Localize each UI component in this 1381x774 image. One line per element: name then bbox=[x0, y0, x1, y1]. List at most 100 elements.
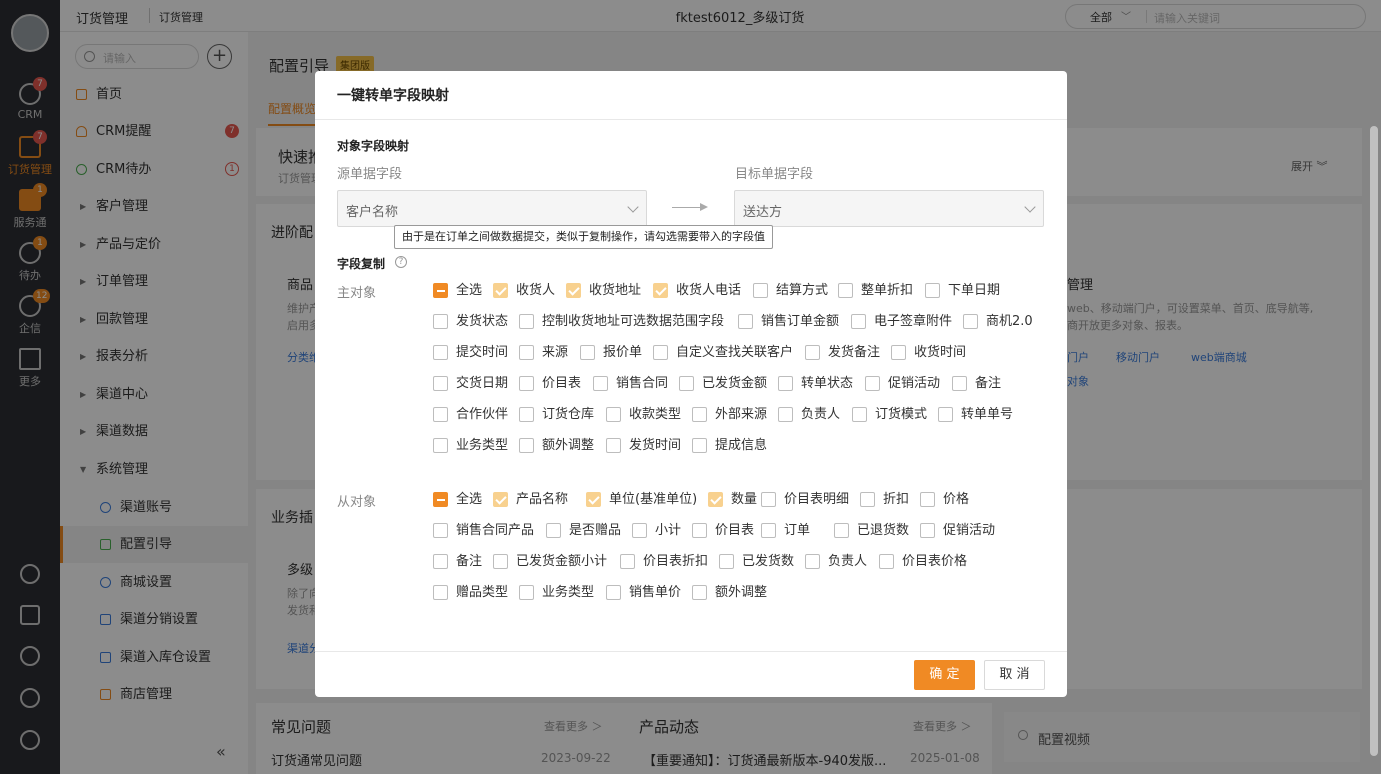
checkbox-box[interactable] bbox=[433, 554, 448, 569]
checkbox-box[interactable] bbox=[692, 407, 707, 422]
checkbox-label: 收货地址 bbox=[589, 283, 642, 298]
checkbox-box[interactable] bbox=[433, 492, 448, 507]
target-field-select[interactable]: 送达方 bbox=[734, 190, 1044, 227]
checkbox-label: 发货备注 bbox=[828, 345, 881, 360]
checkbox-label: 价格 bbox=[943, 492, 970, 507]
checkbox-label: 提成信息 bbox=[715, 438, 768, 453]
checkbox-label: 收货人 bbox=[516, 283, 556, 298]
checkbox-label: 价目表明细 bbox=[784, 492, 850, 507]
checkbox-box[interactable] bbox=[865, 376, 880, 391]
checkbox-box[interactable] bbox=[653, 345, 668, 360]
checkbox-box[interactable] bbox=[433, 523, 448, 538]
checkbox-box[interactable] bbox=[586, 492, 601, 507]
checkbox-box[interactable] bbox=[920, 492, 935, 507]
checkbox-box[interactable] bbox=[620, 554, 635, 569]
target-field-value: 送达方 bbox=[743, 205, 783, 220]
checkbox-box[interactable] bbox=[692, 523, 707, 538]
checkbox-label: 收款类型 bbox=[629, 407, 682, 422]
checkbox-label: 提交时间 bbox=[456, 345, 509, 360]
checkbox-box[interactable] bbox=[692, 585, 707, 600]
checkbox-box[interactable] bbox=[692, 438, 707, 453]
checkbox-label: 销售合同产品 bbox=[456, 523, 535, 538]
checkbox-box[interactable] bbox=[580, 345, 595, 360]
checkbox-box[interactable] bbox=[834, 523, 849, 538]
checkbox-box[interactable] bbox=[778, 376, 793, 391]
checkbox-label: 结算方式 bbox=[776, 283, 829, 298]
checkbox-box[interactable] bbox=[433, 283, 448, 298]
checkbox-label: 业务类型 bbox=[542, 585, 595, 600]
checkbox-box[interactable] bbox=[493, 492, 508, 507]
checkbox-box[interactable] bbox=[805, 554, 820, 569]
cancel-button[interactable]: 取 消 bbox=[984, 660, 1045, 690]
checkbox-box[interactable] bbox=[805, 345, 820, 360]
checkbox-box[interactable] bbox=[519, 376, 534, 391]
checkbox-box[interactable] bbox=[519, 585, 534, 600]
checkbox-box[interactable] bbox=[891, 345, 906, 360]
checkbox-box[interactable] bbox=[519, 314, 534, 329]
checkbox-box[interactable] bbox=[493, 283, 508, 298]
checkbox-box[interactable] bbox=[519, 438, 534, 453]
checkbox-label: 价目表折扣 bbox=[643, 554, 709, 569]
checkbox-box[interactable] bbox=[606, 438, 621, 453]
checkbox-box[interactable] bbox=[593, 376, 608, 391]
checkbox-box[interactable] bbox=[433, 376, 448, 391]
checkbox-label: 负责人 bbox=[828, 554, 868, 569]
checkbox-label: 已发货金额 bbox=[702, 376, 768, 391]
divider bbox=[315, 651, 1067, 652]
checkbox-box[interactable] bbox=[606, 585, 621, 600]
checkbox-box[interactable] bbox=[519, 345, 534, 360]
checkbox-label: 全选 bbox=[456, 492, 483, 507]
main-object-label: 主对象 bbox=[337, 286, 377, 301]
checkbox-label: 商机2.0 bbox=[986, 314, 1033, 329]
checkbox-box[interactable] bbox=[852, 407, 867, 422]
checkbox-box[interactable] bbox=[433, 345, 448, 360]
checkbox-label: 全选 bbox=[456, 283, 483, 298]
checkbox-box[interactable] bbox=[952, 376, 967, 391]
page-scrollbar[interactable] bbox=[1370, 126, 1378, 756]
confirm-button[interactable]: 确 定 bbox=[914, 660, 975, 690]
sub-object-label: 从对象 bbox=[337, 495, 377, 510]
checkbox-box[interactable] bbox=[860, 492, 875, 507]
checkbox-label: 价目表 bbox=[715, 523, 755, 538]
source-field-label: 源单据字段 bbox=[337, 167, 403, 182]
checkbox-box[interactable] bbox=[761, 492, 776, 507]
checkbox-label: 控制收货地址可选数据范围字段 bbox=[542, 314, 725, 329]
checkbox-label: 业务类型 bbox=[456, 438, 509, 453]
checkbox-box[interactable] bbox=[433, 438, 448, 453]
chevron-down-icon bbox=[1024, 201, 1036, 213]
checkbox-box[interactable] bbox=[738, 314, 753, 329]
checkbox-box[interactable] bbox=[879, 554, 894, 569]
checkbox-box[interactable] bbox=[433, 407, 448, 422]
checkbox-label: 备注 bbox=[975, 376, 1002, 391]
checkbox-box[interactable] bbox=[546, 523, 561, 538]
checkbox-box[interactable] bbox=[632, 523, 647, 538]
checkbox-box[interactable] bbox=[963, 314, 978, 329]
checkbox-box[interactable] bbox=[679, 376, 694, 391]
checkbox-box[interactable] bbox=[851, 314, 866, 329]
source-field-select[interactable]: 客户名称 bbox=[337, 190, 647, 227]
checkbox-box[interactable] bbox=[920, 523, 935, 538]
checkbox-box[interactable] bbox=[493, 554, 508, 569]
checkbox-label: 额外调整 bbox=[715, 585, 768, 600]
checkbox-box[interactable] bbox=[433, 314, 448, 329]
checkbox-label: 单位(基准单位) bbox=[609, 492, 698, 507]
checkbox-box[interactable] bbox=[719, 554, 734, 569]
checkbox-box[interactable] bbox=[519, 407, 534, 422]
checkbox-box[interactable] bbox=[778, 407, 793, 422]
checkbox-label: 价目表价格 bbox=[902, 554, 968, 569]
checkbox-box[interactable] bbox=[925, 283, 940, 298]
checkbox-box[interactable] bbox=[838, 283, 853, 298]
checkbox-box[interactable] bbox=[708, 492, 723, 507]
checkbox-label: 赠品类型 bbox=[456, 585, 509, 600]
checkbox-label: 产品名称 bbox=[516, 492, 569, 507]
checkbox-box[interactable] bbox=[606, 407, 621, 422]
checkbox-box[interactable] bbox=[938, 407, 953, 422]
checkbox-box[interactable] bbox=[753, 283, 768, 298]
source-field-value: 客户名称 bbox=[346, 205, 399, 220]
checkbox-box[interactable] bbox=[433, 585, 448, 600]
help-icon[interactable]: ? bbox=[395, 256, 407, 268]
checkbox-box[interactable] bbox=[653, 283, 668, 298]
checkbox-box[interactable] bbox=[761, 523, 776, 538]
checkbox-box[interactable] bbox=[566, 283, 581, 298]
mapping-section-title: 对象字段映射 bbox=[337, 139, 410, 153]
